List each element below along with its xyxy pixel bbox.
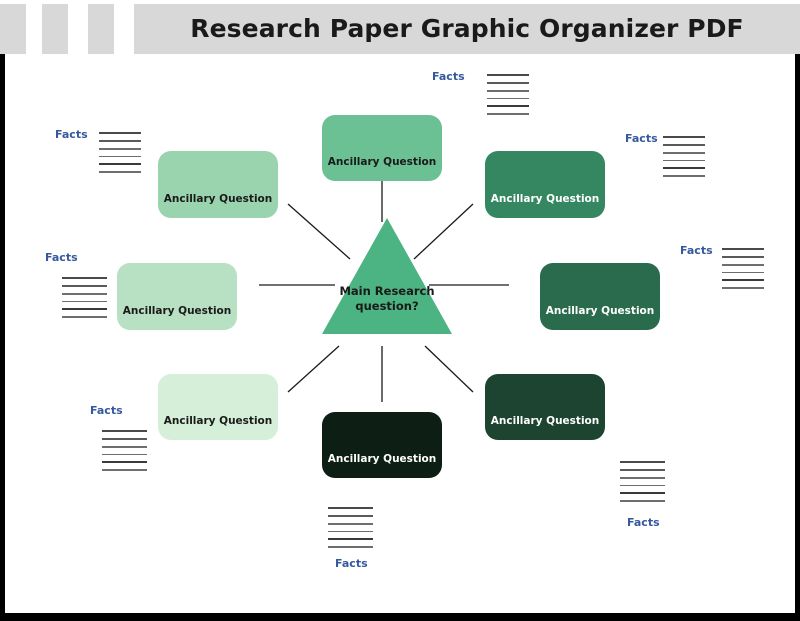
facts-upper-left-lines[interactable]: [99, 132, 141, 179]
ancillary-question-lower-right-label: Ancillary Question: [490, 415, 600, 427]
facts-lower-right: Facts: [615, 461, 730, 539]
facts-lower-left: Facts: [90, 404, 205, 482]
ancillary-question-top-label: Ancillary Question: [327, 156, 437, 168]
header-decor-block-2: [42, 4, 68, 54]
facts-upper-left-label: Facts: [55, 128, 88, 141]
facts-top-label: Facts: [432, 70, 465, 83]
facts-bottom: Facts: [323, 507, 438, 585]
facts-lower-right-lines[interactable]: [620, 461, 665, 508]
facts-upper-left: Facts: [55, 128, 170, 180]
facts-bottom-label: Facts: [335, 557, 368, 570]
facts-lower-left-lines[interactable]: [102, 430, 147, 477]
page-border-right: [795, 54, 800, 621]
facts-lower-right-label: Facts: [627, 516, 660, 529]
page-title: Research Paper Graphic Organizer PDF: [190, 14, 744, 43]
header-decor-block-1: [0, 4, 26, 54]
facts-top-lines[interactable]: [487, 74, 529, 121]
main-question-line-2: question?: [355, 299, 419, 313]
ancillary-question-bottom[interactable]: Ancillary Question: [322, 412, 442, 478]
page-header: Research Paper Graphic Organizer PDF: [0, 0, 800, 54]
main-research-question-node[interactable]: Main Research question?: [322, 218, 452, 338]
facts-top: Facts: [425, 70, 540, 122]
ancillary-question-bottom-label: Ancillary Question: [327, 453, 437, 465]
ancillary-question-lower-right[interactable]: Ancillary Question: [485, 374, 605, 440]
ancillary-question-upper-right-label: Ancillary Question: [490, 193, 600, 205]
main-question-line-1: Main Research: [339, 284, 435, 298]
header-title-block: Research Paper Graphic Organizer PDF: [134, 4, 800, 54]
header-decor-block-3: [88, 4, 114, 54]
ancillary-question-upper-right[interactable]: Ancillary Question: [485, 151, 605, 218]
facts-right: Facts: [680, 244, 795, 296]
diagram-canvas: Main Research question? Ancillary Questi…: [5, 54, 795, 613]
ancillary-question-right-label: Ancillary Question: [545, 305, 655, 317]
facts-right-label: Facts: [680, 244, 713, 257]
triangle-shape: [322, 218, 452, 334]
facts-left-label: Facts: [45, 251, 78, 264]
facts-upper-right-lines[interactable]: [663, 136, 705, 183]
facts-left-lines[interactable]: [62, 277, 107, 324]
ancillary-question-top[interactable]: Ancillary Question: [322, 115, 442, 181]
facts-upper-right: Facts: [620, 132, 735, 184]
facts-right-lines[interactable]: [722, 248, 764, 295]
facts-bottom-lines[interactable]: [328, 507, 373, 554]
ancillary-question-upper-left[interactable]: Ancillary Question: [158, 151, 278, 218]
ancillary-question-right[interactable]: Ancillary Question: [540, 263, 660, 330]
facts-left: Facts: [45, 251, 160, 329]
facts-lower-left-label: Facts: [90, 404, 123, 417]
organizer-page: Research Paper Graphic Organizer PDF Mai…: [0, 0, 800, 621]
facts-upper-right-label: Facts: [625, 132, 658, 145]
page-border-bottom: [0, 613, 800, 621]
main-research-question-label: Main Research question?: [322, 284, 452, 314]
ancillary-question-upper-left-label: Ancillary Question: [163, 193, 273, 205]
